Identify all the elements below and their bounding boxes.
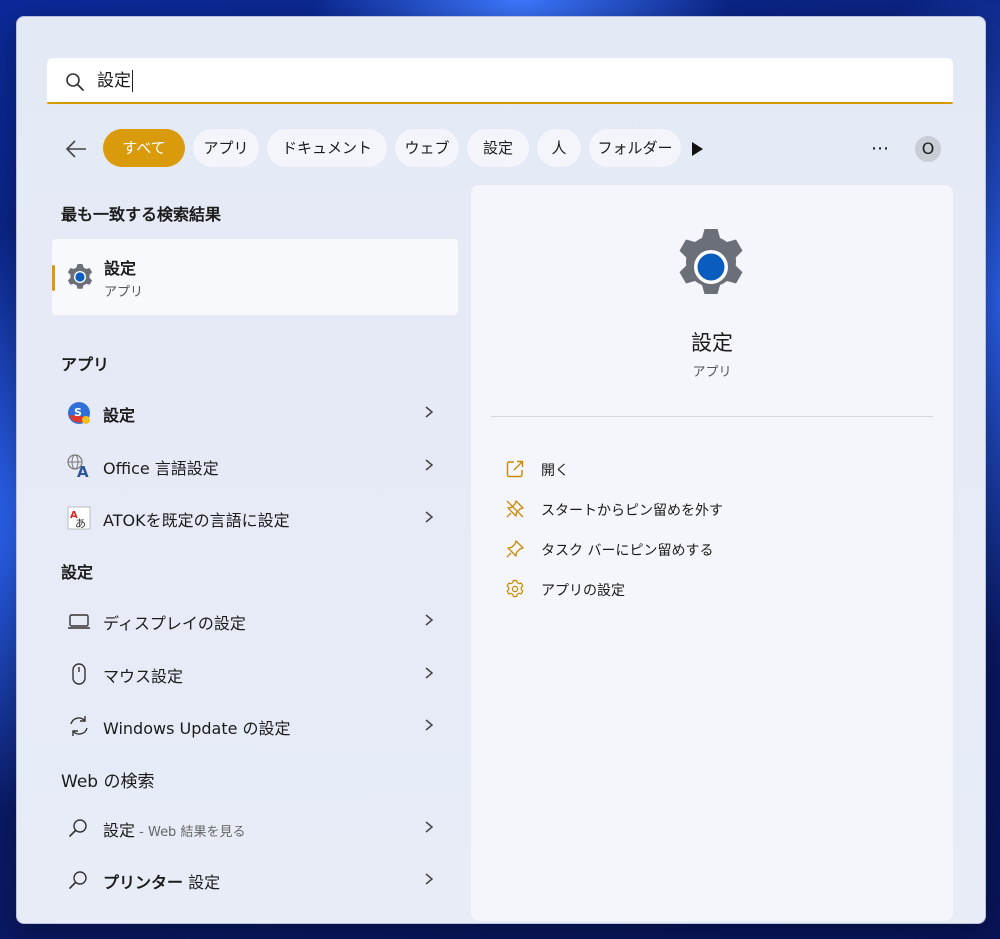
app-item-settings[interactable]: S 設定 xyxy=(52,389,458,435)
settings-item-label: マウス設定 xyxy=(103,667,184,686)
settings-gear-icon xyxy=(679,229,743,294)
action-label: アプリの設定 xyxy=(541,583,625,599)
avatar[interactable]: O xyxy=(915,136,941,162)
detail-title: 設定 xyxy=(691,331,733,355)
chevron-right-icon xyxy=(425,667,434,679)
best-match-title: 設定 xyxy=(104,259,137,278)
svg-text:あ: あ xyxy=(75,517,86,530)
web-item-settings[interactable]: 設定 - Web 結果を見る xyxy=(52,804,458,850)
display-icon xyxy=(68,614,90,629)
settings-item-mouse[interactable]: マウス設定 xyxy=(52,650,458,696)
action-label: 開く xyxy=(541,463,569,479)
settings-item-label: Windows Update の設定 xyxy=(103,719,291,738)
search-query-text: 設定 xyxy=(97,70,133,92)
settings-item-windows-update[interactable]: Windows Update の設定 xyxy=(52,702,458,748)
app-item-label: Office 言語設定 xyxy=(103,459,219,478)
start-search-panel: 設定 すべて アプリ ドキュメント ウェブ 設定 人 フォルダー ⋯ O 最も一… xyxy=(16,16,986,924)
chevron-right-icon xyxy=(425,406,434,418)
action-pin-taskbar[interactable]: タスク バーにピン留めする xyxy=(501,534,921,564)
pin-icon xyxy=(506,540,524,558)
mouse-icon xyxy=(72,663,86,685)
settings-item-label: ディスプレイの設定 xyxy=(103,614,246,633)
web-item-query: 設定 xyxy=(103,821,136,840)
app-item-label: 設定 xyxy=(103,406,136,425)
office-language-icon: A xyxy=(67,454,89,479)
search-icon xyxy=(69,819,87,837)
unpin-icon xyxy=(506,500,524,518)
chevron-right-icon xyxy=(425,719,434,731)
section-title-apps: アプリ xyxy=(61,355,110,374)
results-list: 最も一致する検索結果 設定 アプリ アプリ S 設定 A Office 言語設定… xyxy=(51,185,459,925)
action-label: スタートからピン留めを外す xyxy=(541,503,723,519)
web-item-suffix: - Web 結果を見る xyxy=(135,825,246,840)
web-item-printer-settings[interactable]: プリンター 設定 xyxy=(52,856,458,902)
section-title-web: Web の検索 xyxy=(61,772,155,792)
section-title-best-match: 最も一致する検索結果 xyxy=(61,205,222,224)
more-options-icon[interactable]: ⋯ xyxy=(867,137,893,161)
atok-icon: A あ xyxy=(67,506,91,530)
app-item-office-language[interactable]: A Office 言語設定 xyxy=(52,442,458,488)
action-open[interactable]: 開く xyxy=(501,454,921,484)
action-unpin-start[interactable]: スタートからピン留めを外す xyxy=(501,494,921,524)
filter-chip-settings[interactable]: 設定 xyxy=(467,129,529,167)
best-match-item[interactable]: 設定 アプリ xyxy=(52,239,458,315)
gear-icon xyxy=(506,579,524,598)
filter-bar: すべて アプリ ドキュメント ウェブ 設定 人 フォルダー ⋯ O xyxy=(47,129,953,169)
action-app-settings[interactable]: アプリの設定 xyxy=(501,574,921,604)
section-title-settings: 設定 xyxy=(61,563,94,582)
sync-icon xyxy=(70,716,88,736)
detail-subtitle: アプリ xyxy=(692,365,732,380)
search-icon xyxy=(69,871,87,889)
app-item-atok[interactable]: A あ ATOKを既定の言語に設定 xyxy=(52,494,458,540)
selection-indicator xyxy=(52,265,55,291)
best-match-subtitle: アプリ xyxy=(104,285,144,300)
scroll-right-icon[interactable] xyxy=(690,141,704,157)
filter-chip-all[interactable]: すべて xyxy=(103,129,185,167)
settings-item-display[interactable]: ディスプレイの設定 xyxy=(52,597,458,643)
filter-chip-web[interactable]: ウェブ xyxy=(395,129,459,167)
web-item-bold: プリンター xyxy=(103,873,184,892)
back-arrow-icon[interactable] xyxy=(63,137,89,161)
scansnap-settings-icon: S xyxy=(68,402,90,424)
action-label: タスク バーにピン留めする xyxy=(541,543,714,559)
filter-chip-apps[interactable]: アプリ xyxy=(193,129,259,167)
chevron-right-icon xyxy=(425,821,434,833)
settings-gear-icon xyxy=(67,264,93,289)
filter-chip-people[interactable]: 人 xyxy=(537,129,581,167)
svg-text:S: S xyxy=(74,406,82,419)
filter-chip-documents[interactable]: ドキュメント xyxy=(267,129,387,167)
search-input[interactable]: 設定 xyxy=(47,58,953,104)
search-icon xyxy=(66,73,84,91)
svg-text:A: A xyxy=(77,463,89,479)
chevron-right-icon xyxy=(425,459,434,471)
chevron-right-icon xyxy=(425,614,434,626)
filter-chip-folders[interactable]: フォルダー xyxy=(589,129,681,167)
web-item-rest: 設定 xyxy=(183,873,221,892)
chevron-right-icon xyxy=(425,873,434,885)
divider xyxy=(491,416,933,417)
chevron-right-icon xyxy=(425,511,434,523)
open-external-icon xyxy=(506,460,524,478)
app-item-label: ATOKを既定の言語に設定 xyxy=(103,511,290,530)
detail-pane: 設定 アプリ 開く スタートからピン留めを外す タスク バーにピン留めする アプ… xyxy=(471,185,953,921)
